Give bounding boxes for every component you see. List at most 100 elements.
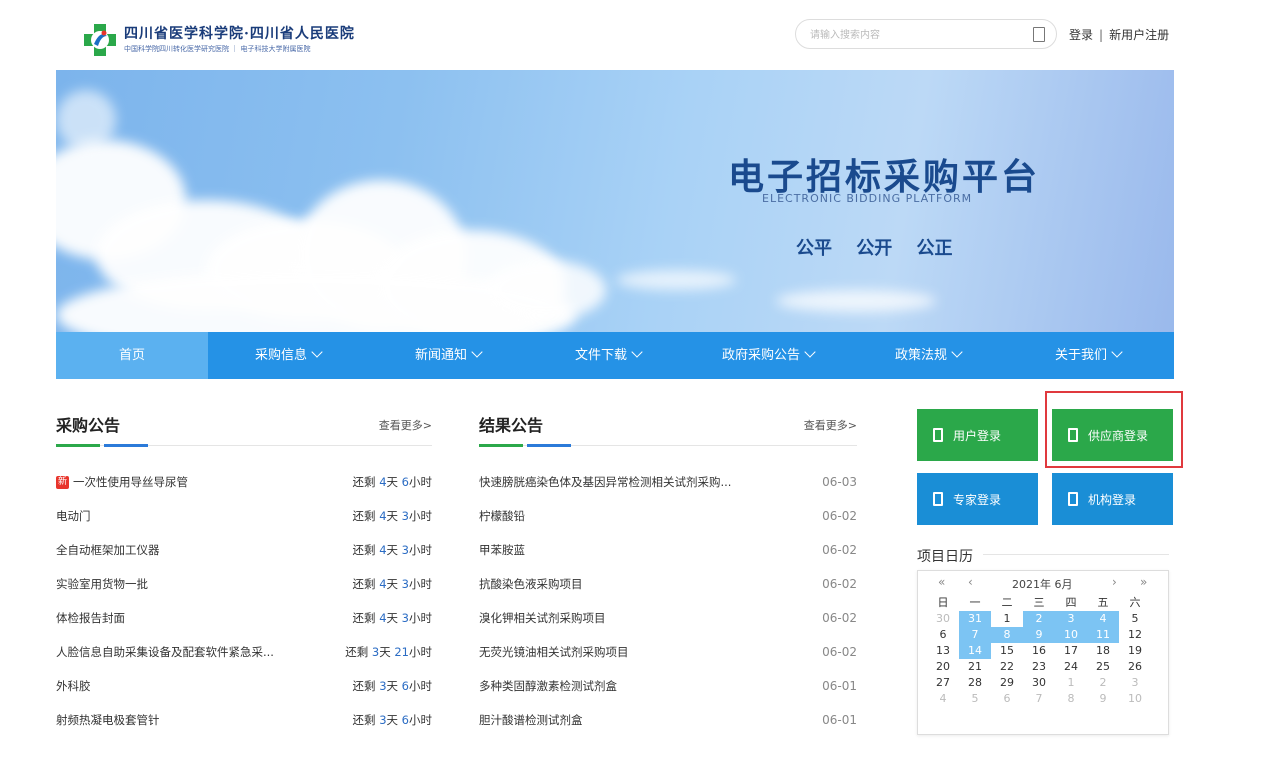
nav-news[interactable]: 新闻通知 xyxy=(368,332,528,379)
calendar-day[interactable]: 22 xyxy=(991,659,1023,675)
nav-label: 关于我们 xyxy=(1054,348,1107,363)
calendar-day[interactable]: 7 xyxy=(1023,691,1055,707)
list-item[interactable]: 溴化钾相关试剂采购项目 06-02 xyxy=(479,601,857,635)
login-link[interactable]: 登录 xyxy=(1069,28,1093,42)
calendar-day[interactable]: 26 xyxy=(1119,659,1151,675)
list-item[interactable]: 人脸信息自助采集设备及配套软件紧急采... 还剩 3天 21小时 xyxy=(56,635,432,669)
list-item[interactable]: 实验室用货物一批 还剩 4天 3小时 xyxy=(56,567,432,601)
list-item[interactable]: 抗酸染色液采购项目 06-02 xyxy=(479,567,857,601)
calendar-day[interactable]: 19 xyxy=(1119,643,1151,659)
nav-about[interactable]: 关于我们 xyxy=(1008,332,1168,379)
list-item[interactable]: 电动门 还剩 4天 3小时 xyxy=(56,499,432,533)
calendar-day[interactable]: 14 xyxy=(959,643,991,659)
calendar-day[interactable]: 25 xyxy=(1087,659,1119,675)
list-item[interactable]: 甲苯胺蓝 06-02 xyxy=(479,533,857,567)
search-input[interactable] xyxy=(810,26,1010,44)
list-item[interactable]: 柠檬酸铅 06-02 xyxy=(479,499,857,533)
next-year-icon[interactable]: » xyxy=(1140,575,1147,589)
nav-home[interactable]: 首页 xyxy=(56,332,208,379)
search-icon[interactable] xyxy=(1033,27,1045,42)
item-title: 无荧光镜油相关试剂采购项目 xyxy=(479,645,629,659)
calendar-day[interactable]: 7 xyxy=(959,627,991,643)
calendar-day[interactable]: 17 xyxy=(1055,643,1087,659)
user-login-button[interactable]: 用户登录 xyxy=(917,409,1038,461)
nav-label: 文件下载 xyxy=(574,348,627,363)
calendar-day[interactable]: 15 xyxy=(991,643,1023,659)
nav-downloads[interactable]: 文件下载 xyxy=(528,332,688,379)
list-item[interactable]: 胆汁酸谱检测试剂盒 06-01 xyxy=(479,703,857,737)
calendar-day[interactable]: 30 xyxy=(1023,675,1055,691)
calendar-day[interactable]: 6 xyxy=(991,691,1023,707)
calendar-day[interactable]: 11 xyxy=(1087,627,1119,643)
calendar-day[interactable]: 20 xyxy=(927,659,959,675)
days-unit: 天 xyxy=(386,543,399,557)
list-item[interactable]: 无荧光镜油相关试剂采购项目 06-02 xyxy=(479,635,857,669)
prev-year-icon[interactable]: « xyxy=(938,575,945,589)
nav-procurement-info[interactable]: 采购信息 xyxy=(208,332,368,379)
time-remaining: 还剩 4天 3小时 xyxy=(353,610,432,626)
calendar-day[interactable]: 28 xyxy=(959,675,991,691)
item-title-text: 体检报告封面 xyxy=(56,611,125,625)
remaining-days: 3 xyxy=(379,713,387,727)
expert-login-button[interactable]: 专家登录 xyxy=(917,473,1038,525)
calendar-day[interactable]: 12 xyxy=(1119,627,1151,643)
list-item[interactable]: 快速膀胱癌染色体及基因异常检测相关试剂采购... 06-03 xyxy=(479,465,857,499)
list-item[interactable]: 外科胶 还剩 3天 6小时 xyxy=(56,669,432,703)
nav-label: 政策法规 xyxy=(894,348,947,363)
list-item[interactable]: 全自动框架加工仪器 还剩 4天 3小时 xyxy=(56,533,432,567)
calendar-day[interactable]: 23 xyxy=(1023,659,1055,675)
calendar-day[interactable]: 2 xyxy=(1023,611,1055,627)
list-item[interactable]: 射频热凝电极套管针 还剩 3天 6小时 xyxy=(56,703,432,737)
calendar-day[interactable]: 10 xyxy=(1055,627,1087,643)
next-month-icon[interactable]: › xyxy=(1112,575,1117,589)
weekday-label: 日 xyxy=(937,596,949,609)
calendar-day[interactable]: 16 xyxy=(1023,643,1055,659)
list-item[interactable]: 体检报告封面 还剩 4天 3小时 xyxy=(56,601,432,635)
calendar-day[interactable]: 18 xyxy=(1087,643,1119,659)
calendar-day[interactable]: 4 xyxy=(927,691,959,707)
calendar-day[interactable]: 5 xyxy=(959,691,991,707)
item-date: 06-02 xyxy=(822,543,857,557)
calendar-day[interactable]: 27 xyxy=(927,675,959,691)
list-item[interactable]: 多种类固醇激素检测试剂盒 06-01 xyxy=(479,669,857,703)
prev-month-icon[interactable]: ‹ xyxy=(968,575,973,589)
calendar-day[interactable]: 1 xyxy=(1055,675,1087,691)
calendar-day[interactable]: 3 xyxy=(1055,611,1087,627)
calendar-day[interactable]: 2 xyxy=(1087,675,1119,691)
chevron-down-icon xyxy=(951,346,963,358)
org-login-button[interactable]: 机构登录 xyxy=(1052,473,1173,525)
chevron-down-icon xyxy=(631,346,643,358)
title-underline xyxy=(527,444,571,447)
hospital-logo[interactable]: 四川省医学科学院·四川省人民医院 中国科学院四川转化医学研究医院 ｜ 电子科技大… xyxy=(82,22,355,58)
nav-gov-procurement[interactable]: 政府采购公告 xyxy=(688,332,848,379)
calendar-day[interactable]: 13 xyxy=(927,643,959,659)
calendar-day[interactable]: 21 xyxy=(959,659,991,675)
calendar-day[interactable]: 10 xyxy=(1119,691,1151,707)
calendar-day[interactable]: 30 xyxy=(927,611,959,627)
calendar-day[interactable]: 1 xyxy=(991,611,1023,627)
item-title-text: 一次性使用导丝导尿管 xyxy=(73,475,188,489)
calendar-day[interactable]: 24 xyxy=(1055,659,1087,675)
item-date: 06-01 xyxy=(822,679,857,693)
calendar-day[interactable]: 31 xyxy=(959,611,991,627)
calendar-day[interactable]: 4 xyxy=(1087,611,1119,627)
view-more-link[interactable]: 查看更多> xyxy=(804,417,857,433)
chevron-down-icon xyxy=(804,346,816,358)
calendar-day[interactable]: 6 xyxy=(927,627,959,643)
register-link[interactable]: 新用户注册 xyxy=(1109,28,1169,42)
calendar-day[interactable]: 29 xyxy=(991,675,1023,691)
calendar-day[interactable]: 8 xyxy=(991,627,1023,643)
view-more-link[interactable]: 查看更多> xyxy=(379,417,432,433)
calendar-day[interactable]: 3 xyxy=(1119,675,1151,691)
procurement-list: 新一次性使用导丝导尿管 还剩 4天 6小时 电动门 还剩 4天 3小时 全自动框架加工仪… xyxy=(56,465,432,737)
calendar-day[interactable]: 9 xyxy=(1087,691,1119,707)
item-date: 06-02 xyxy=(822,577,857,591)
nav-policies[interactable]: 政策法规 xyxy=(848,332,1008,379)
calendar-day[interactable]: 5 xyxy=(1119,611,1151,627)
calendar-day[interactable]: 9 xyxy=(1023,627,1055,643)
item-date: 06-01 xyxy=(822,713,857,727)
calendar-day[interactable]: 8 xyxy=(1055,691,1087,707)
list-item[interactable]: 新一次性使用导丝导尿管 还剩 4天 6小时 xyxy=(56,465,432,499)
remaining-prefix: 还剩 xyxy=(352,543,376,557)
search-box xyxy=(795,19,1057,49)
